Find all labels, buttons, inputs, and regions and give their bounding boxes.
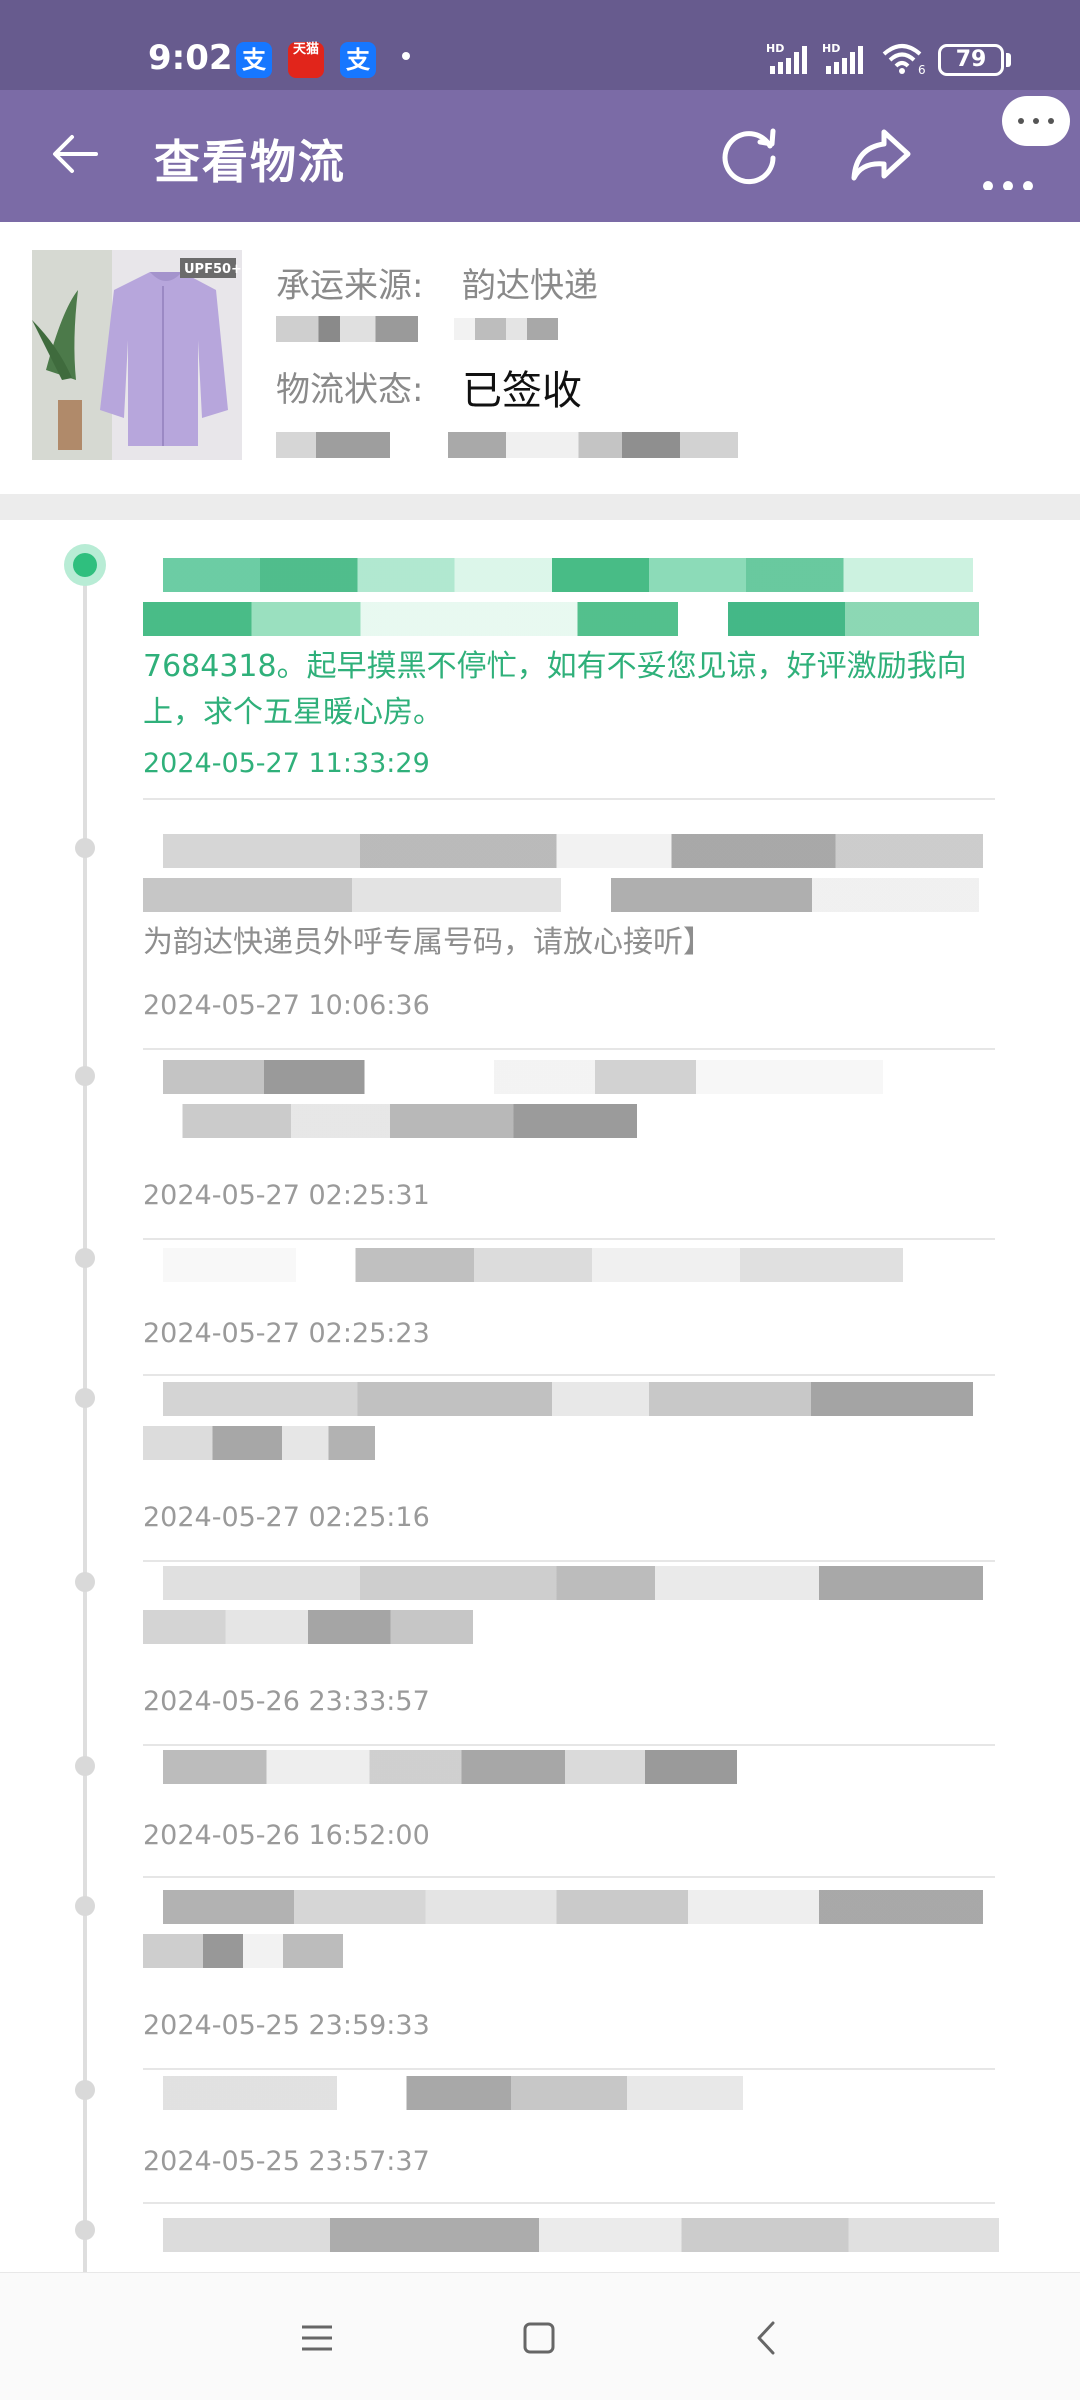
status-time: 9:02 xyxy=(148,38,233,78)
product-image: UPF50+ xyxy=(32,250,242,460)
event-separator xyxy=(143,1048,995,1050)
redacted-block xyxy=(163,2076,743,2110)
timeline-event: 为韵达快递员外呼专属号码，请放心接听】 2024-05-27 10:06:36 xyxy=(143,834,995,1050)
page-title: 查看物流 xyxy=(154,135,346,189)
package-info: UPF50+ 承运来源: 韵达快递 物流状态: 已签收 xyxy=(0,222,1080,498)
status-label: 物流状态: xyxy=(276,370,424,410)
redacted-block xyxy=(448,432,738,458)
signal-hd-icon: HD xyxy=(766,42,807,74)
redacted-block xyxy=(276,432,390,458)
timeline-line xyxy=(83,566,87,2272)
redacted-block xyxy=(163,1382,973,1416)
event-separator xyxy=(143,1374,995,1376)
wifi-icon: 6 xyxy=(882,44,926,76)
event-text: 为韵达快递员外呼专属号码，请放心接听】 xyxy=(143,925,713,960)
menu-icon[interactable] xyxy=(290,2311,344,2365)
home-icon[interactable] xyxy=(512,2311,566,2365)
timeline-node xyxy=(75,1248,95,1268)
event-time: 2024-05-27 02:25:31 xyxy=(143,1180,430,1211)
product-thumbnail[interactable]: UPF50+ xyxy=(32,250,242,460)
event-time: 2024-05-27 10:06:36 xyxy=(143,990,430,1021)
redacted-block xyxy=(163,1890,983,1924)
timeline-event: 7684318。起早摸黑不停忙，如有不妥您见谅，好评激励我向上，求个五星暖心房。… xyxy=(143,558,995,800)
system-nav-bar xyxy=(0,2272,1080,2400)
event-text: 7684318。起早摸黑不停忙，如有不妥您见谅，好评激励我向上，求个五星暖心房。 xyxy=(143,649,967,730)
redacted-block xyxy=(163,2218,999,2252)
timeline-node xyxy=(75,1388,95,1408)
signal-hd-2-icon: HD xyxy=(822,42,863,74)
svg-text:HD: HD xyxy=(822,42,840,55)
event-time: 2024-05-27 02:25:16 xyxy=(143,1502,430,1533)
refresh-icon[interactable] xyxy=(714,120,784,190)
redacted-block xyxy=(163,1566,983,1600)
svg-text:HD: HD xyxy=(766,42,784,55)
timeline-node xyxy=(75,838,95,858)
redacted-block xyxy=(163,834,983,868)
thumb-badge: UPF50+ xyxy=(184,262,242,277)
battery-tip xyxy=(1006,53,1011,67)
event-separator xyxy=(143,2068,995,2070)
timeline-node-active xyxy=(64,544,106,586)
redacted-block xyxy=(163,558,973,592)
tmall-badge: 天猫 xyxy=(288,42,324,78)
event-separator xyxy=(143,1560,995,1562)
event-time: 2024-05-25 23:57:37 xyxy=(143,2146,430,2177)
redacted-block xyxy=(163,1060,883,1094)
event-separator xyxy=(143,1238,995,1240)
battery-indicator: 79 xyxy=(938,44,1004,76)
event-time: 2024-05-27 11:33:29 xyxy=(143,748,430,779)
redacted-block xyxy=(143,1104,637,1138)
event-time: 2024-05-27 02:25:23 xyxy=(143,1318,430,1349)
carrier-value: 韵达快递 xyxy=(462,266,598,306)
timeline-node xyxy=(75,1896,95,1916)
redacted-block xyxy=(143,1610,473,1644)
timeline-node xyxy=(75,1756,95,1776)
tmall-badge-text: 天猫 xyxy=(292,42,319,57)
logistics-timeline: 7684318。起早摸黑不停忙，如有不妥您见谅，好评激励我向上，求个五星暖心房。… xyxy=(0,520,1080,2272)
event-separator xyxy=(143,798,995,800)
timeline-node xyxy=(75,1572,95,1592)
share-icon[interactable] xyxy=(846,120,916,190)
event-time: 2024-05-26 16:52:00 xyxy=(143,1820,430,1851)
timeline-node xyxy=(75,2080,95,2100)
svg-text:6: 6 xyxy=(918,63,926,76)
status-value: 已签收 xyxy=(462,368,582,414)
event-time: 2024-05-25 23:59:33 xyxy=(143,2010,430,2041)
event-separator xyxy=(143,1744,995,1746)
redacted-block xyxy=(276,316,418,342)
event-separator xyxy=(143,2202,995,2204)
notification-dot-icon xyxy=(402,52,410,60)
redacted-block xyxy=(163,1248,903,1282)
redacted-block xyxy=(163,1750,737,1784)
redacted-block xyxy=(143,878,979,912)
alipay-badge: 支 xyxy=(236,42,272,78)
status-bar: 9:02 支 天猫 支 HD HD 6 79 xyxy=(0,0,1080,90)
event-time: 2024-05-26 23:33:57 xyxy=(143,1686,430,1717)
back-nav-icon[interactable] xyxy=(740,2311,794,2365)
alipay-badge-2: 支 xyxy=(340,42,376,78)
event-separator xyxy=(143,1876,995,1878)
section-divider xyxy=(0,494,1080,520)
app-header: 查看物流 xyxy=(0,90,1080,222)
redacted-block xyxy=(143,602,979,636)
chat-bubble-icon[interactable] xyxy=(1002,96,1070,146)
back-arrow-icon[interactable] xyxy=(46,124,106,184)
redacted-block xyxy=(454,318,558,340)
timeline-node xyxy=(75,2220,95,2240)
redacted-block xyxy=(143,1934,343,1968)
timeline-node xyxy=(75,1066,95,1086)
carrier-label: 承运来源: xyxy=(276,266,424,306)
redacted-block xyxy=(143,1426,375,1460)
